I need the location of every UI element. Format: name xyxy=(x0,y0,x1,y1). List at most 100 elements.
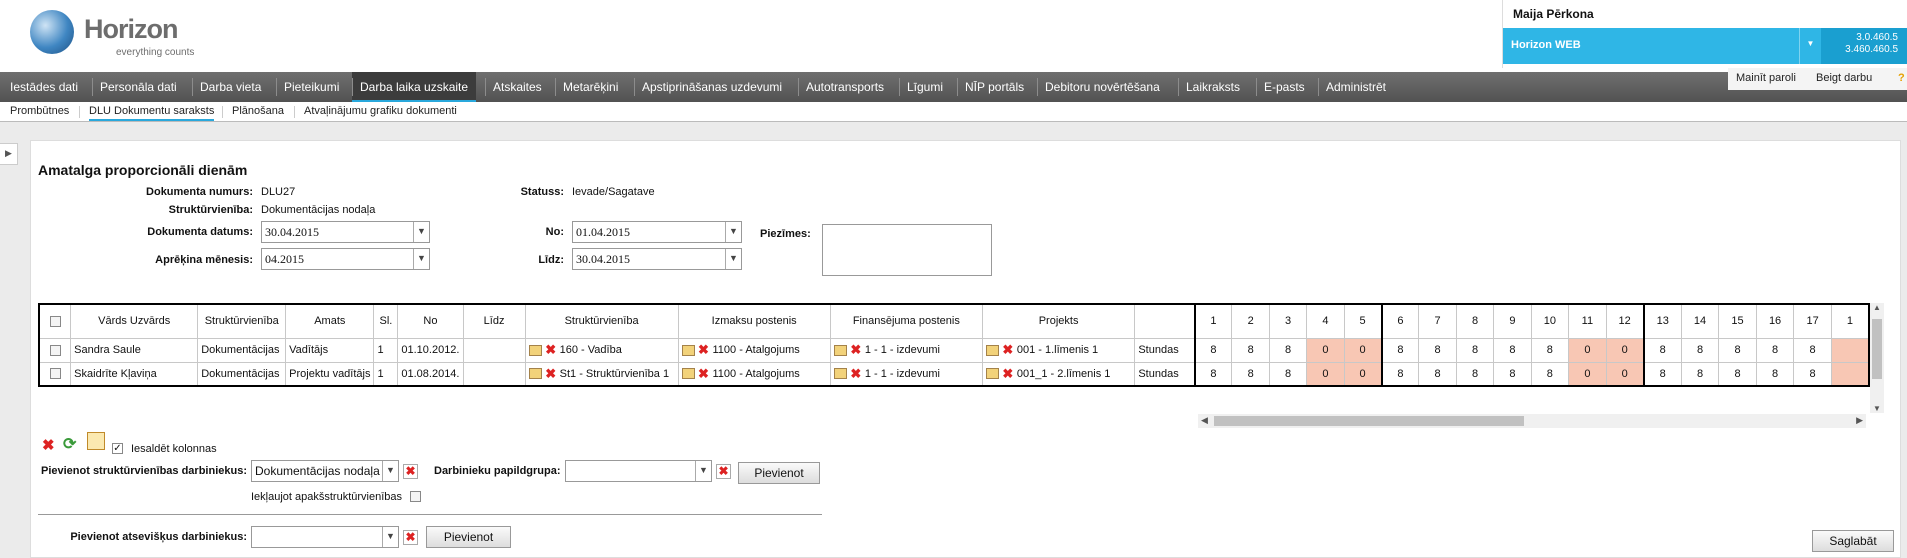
add-unit-select[interactable]: Dokumentācijas nodaļa ▼ xyxy=(251,460,399,482)
logo[interactable]: Horizon everything counts xyxy=(30,10,230,60)
col-day[interactable]: 15 xyxy=(1718,303,1757,339)
change-password-button[interactable]: Mainīt paroli xyxy=(1736,72,1796,84)
project-cell[interactable]: ✖ 001_1 - 2.līmenis 1 xyxy=(981,361,1136,387)
col-day[interactable]: 5 xyxy=(1343,303,1383,339)
menu-item-darba-laika-uzskaite[interactable]: Darba laika uzskaite xyxy=(352,72,477,102)
day-hours-cell[interactable]: 8 xyxy=(1268,361,1308,387)
lookup-icon[interactable] xyxy=(681,344,695,356)
day-hours-cell[interactable]: 8 xyxy=(1418,361,1457,387)
delete-icon[interactable]: ✖ xyxy=(42,436,55,454)
menu-item-apstiprinasanas-uzdevumi[interactable]: Apstiprināšanas uzdevumi xyxy=(642,72,782,102)
table-row[interactable]: Sandra Saule Dokumentācijas Vadītājs 1 01.10… xyxy=(38,337,1870,363)
menu-item-metarekini[interactable]: Metarēķini xyxy=(563,72,618,102)
calendar-icon[interactable] xyxy=(87,432,105,450)
day-hours-cell[interactable] xyxy=(1830,337,1870,363)
col-day[interactable]: 2 xyxy=(1231,303,1270,339)
day-hours-cell[interactable]: 0 xyxy=(1605,361,1645,387)
clear-individual-icon[interactable]: ✖ xyxy=(403,530,418,545)
add-individual-button[interactable]: Pievienot xyxy=(426,526,511,548)
clear-icon[interactable]: ✖ xyxy=(698,366,710,382)
day-hours-cell[interactable]: 8 xyxy=(1530,361,1570,387)
day-hours-cell[interactable]: 0 xyxy=(1605,337,1645,363)
tab-planosana[interactable]: Plānošana xyxy=(232,105,284,117)
menu-item-e-pasts[interactable]: E-pasts xyxy=(1264,72,1305,102)
clear-icon[interactable]: ✖ xyxy=(850,366,862,382)
day-hours-cell[interactable]: 0 xyxy=(1306,361,1345,387)
day-hours-cell[interactable]: 8 xyxy=(1793,361,1832,387)
col-struct[interactable]: Struktūrvienība xyxy=(524,303,679,339)
cost-cell[interactable]: ✖ 1100 - Atalgojums xyxy=(677,361,831,387)
to-date-field[interactable]: 30.04.2015 ▼ xyxy=(572,248,742,270)
col-from[interactable]: No xyxy=(397,303,464,339)
col-day[interactable]: 17 xyxy=(1793,303,1832,339)
col-day[interactable]: 16 xyxy=(1755,303,1795,339)
include-sub-checkbox[interactable] xyxy=(410,490,421,502)
menu-item-iestades-dati[interactable]: Iestādes dati xyxy=(10,72,78,102)
day-hours-cell[interactable]: 8 xyxy=(1718,337,1757,363)
day-hours-cell[interactable]: 8 xyxy=(1493,337,1532,363)
extra-group-select[interactable]: ▼ xyxy=(565,460,712,482)
day-hours-cell[interactable]: 0 xyxy=(1343,337,1383,363)
clear-icon[interactable]: ✖ xyxy=(1002,366,1014,382)
col-day[interactable]: 7 xyxy=(1418,303,1457,339)
row-checkbox[interactable] xyxy=(38,337,72,363)
day-hours-cell[interactable]: 8 xyxy=(1680,337,1720,363)
col-day[interactable]: 6 xyxy=(1380,303,1420,339)
freeze-columns-checkbox[interactable]: ✓ xyxy=(112,442,123,454)
day-hours-cell[interactable]: 0 xyxy=(1343,361,1383,387)
col-sl[interactable]: Sl. xyxy=(373,303,399,339)
horizontal-scrollbar[interactable]: ◀ ▶ xyxy=(1198,414,1866,428)
day-hours-cell[interactable]: 8 xyxy=(1718,361,1757,387)
struct-cell[interactable]: ✖ 160 - Vadība xyxy=(524,337,679,363)
add-group-button[interactable]: Pievienot xyxy=(738,462,820,484)
col-day[interactable]: 1 xyxy=(1830,303,1870,339)
tab-dlu-dokumentu-saraksts[interactable]: DLU Dokumentu saraksts xyxy=(89,105,215,121)
col-finance[interactable]: Finansējuma postenis xyxy=(829,303,983,339)
tab-atvalinajumu-grafiku-dokumenti[interactable]: Atvaļinājumu grafiku dokumenti xyxy=(304,105,457,117)
col-day[interactable]: 10 xyxy=(1530,303,1570,339)
day-hours-cell[interactable]: 8 xyxy=(1455,337,1495,363)
menu-item-personala-dati[interactable]: Personāla dati xyxy=(100,72,177,102)
col-to[interactable]: Līdz xyxy=(462,303,526,339)
day-hours-cell[interactable]: 8 xyxy=(1793,337,1832,363)
day-hours-cell[interactable] xyxy=(1830,361,1870,387)
app-name[interactable]: Horizon WEB xyxy=(1503,28,1799,64)
lookup-icon[interactable] xyxy=(528,344,542,356)
col-day[interactable]: 14 xyxy=(1680,303,1720,339)
col-day[interactable]: 4 xyxy=(1306,303,1345,339)
menu-item-debitoru-novertesana[interactable]: Debitoru novērtēšana xyxy=(1045,72,1160,102)
day-hours-cell[interactable]: 0 xyxy=(1568,361,1607,387)
select-all-checkbox[interactable] xyxy=(38,303,72,339)
menu-item-darba-vieta[interactable]: Darba vieta xyxy=(200,72,261,102)
lookup-icon[interactable] xyxy=(528,368,542,380)
day-hours-cell[interactable]: 8 xyxy=(1231,361,1270,387)
day-hours-cell[interactable]: 8 xyxy=(1231,337,1270,363)
doc-date-field[interactable]: 30.04.2015 ▼ xyxy=(261,221,430,243)
clear-icon[interactable]: ✖ xyxy=(545,366,557,382)
menu-item-pieteikumi[interactable]: Pieteikumi xyxy=(284,72,339,102)
day-hours-cell[interactable]: 8 xyxy=(1642,337,1682,363)
col-day[interactable]: 13 xyxy=(1642,303,1682,339)
clear-icon[interactable]: ✖ xyxy=(698,342,710,358)
lookup-icon[interactable] xyxy=(985,344,999,356)
day-hours-cell[interactable]: 8 xyxy=(1455,361,1495,387)
clear-icon[interactable]: ✖ xyxy=(545,342,557,358)
day-hours-cell[interactable]: 8 xyxy=(1642,361,1682,387)
col-day[interactable]: 12 xyxy=(1605,303,1645,339)
lookup-icon[interactable] xyxy=(985,368,999,380)
col-position[interactable]: Amats xyxy=(285,303,375,339)
refresh-icon[interactable]: ⟳ xyxy=(63,434,76,454)
day-hours-cell[interactable]: 8 xyxy=(1193,361,1233,387)
col-day[interactable]: 3 xyxy=(1268,303,1308,339)
col-name[interactable]: Vārds Uzvārds xyxy=(70,303,199,339)
chevron-down-icon[interactable]: ▼ xyxy=(1799,28,1821,64)
col-day[interactable]: 9 xyxy=(1493,303,1532,339)
month-field[interactable]: 04.2015 ▼ xyxy=(261,248,430,270)
day-hours-cell[interactable]: 8 xyxy=(1268,337,1308,363)
struct-cell[interactable]: ✖ St1 - Struktūrvienība 1 xyxy=(524,361,679,387)
save-button[interactable]: Saglabāt xyxy=(1812,530,1894,552)
col-day[interactable]: 8 xyxy=(1455,303,1495,339)
day-hours-cell[interactable]: 8 xyxy=(1418,337,1457,363)
clear-icon[interactable]: ✖ xyxy=(850,342,862,358)
project-cell[interactable]: ✖ 001 - 1.līmenis 1 xyxy=(981,337,1136,363)
